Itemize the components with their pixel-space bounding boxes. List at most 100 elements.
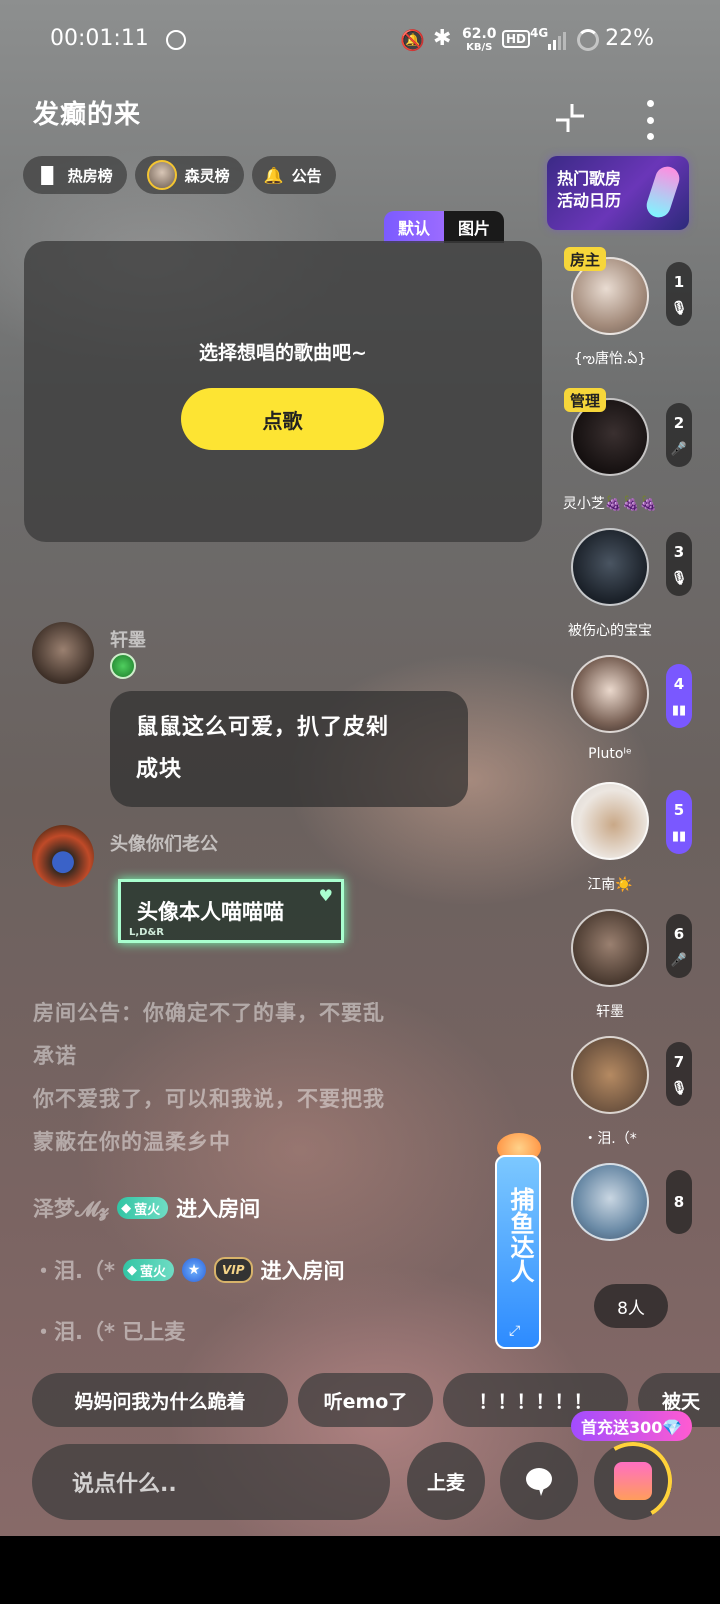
owner-badge: 房主 (564, 247, 607, 271)
system-nav-bar (0, 1536, 720, 1604)
message-line2: 成块 (136, 757, 183, 782)
tag-label: 热房榜 (67, 166, 113, 185)
quick-reply-chip[interactable]: 听emo了 (298, 1373, 433, 1427)
notice-line2: 承诺 (33, 1044, 77, 1068)
event-username[interactable]: ・泪.（* (33, 1255, 115, 1285)
seat-number-8[interactable]: 8 (666, 1170, 692, 1234)
chat-message-bubble[interactable]: 头像本人喵喵喵 L,D&R ♥ (118, 879, 344, 943)
event-action: 进入房间 (176, 1197, 261, 1221)
first-charge-badge[interactable]: 首充送300💎 (571, 1411, 693, 1441)
hot-room-rank-tag[interactable]: ▐▌ 热房榜 (23, 156, 127, 194)
enter-event: 泽梦𝓜𝔃 ◆ 萤火 进入房间 (33, 1193, 260, 1223)
signal-icon (548, 32, 566, 50)
seat-number-1[interactable]: 1 🎙 (666, 262, 692, 326)
mic-muted-icon: 🎙 (670, 1080, 688, 1096)
seat-name-3: 被伤心的宝宝 (568, 623, 652, 639)
hd-icon: HD (502, 30, 531, 48)
expand-icon: ⤢ (509, 1323, 521, 1339)
fishing-game-banner[interactable]: 捕鱼达人 ⤢ (495, 1155, 541, 1349)
people-count[interactable]: 8人 (594, 1284, 668, 1328)
room-notice: 房间公告：你确定不了的事，不要乱 承诺 你不爱我了，可以和我说，不要把我 蒙蔽在… (33, 992, 473, 1164)
seat-name-7: ・泪.（* (583, 1131, 637, 1147)
seat-number-6[interactable]: 6 🎤 (666, 914, 692, 978)
seat-number-text: 8 (673, 1193, 685, 1211)
enter-event: ・泪.（* ◆ 萤火 ★ VIP 进入房间 (33, 1255, 345, 1285)
forest-rank-tag[interactable]: 森灵榜 (134, 156, 244, 194)
chat-bubble-icon (526, 1468, 552, 1496)
status-time: 00:01:11 (50, 26, 149, 51)
seat-name-1: {ఌ唐怡.ఏ} (573, 351, 647, 367)
notice-line4: 蒙蔽在你的温柔乡中 (33, 1130, 231, 1154)
seat-number-4[interactable]: 4 ▮▮ (666, 664, 692, 728)
quick-reply-chip[interactable]: 妈妈问我为什么跪着 (32, 1373, 288, 1427)
song-prompt: 选择想唱的歌曲吧~ (199, 342, 367, 364)
message-line1: 鼠鼠这么可爱，扒了皮剁 (136, 715, 390, 740)
tab-default[interactable]: 默认 (384, 211, 445, 243)
collapse-icon[interactable] (552, 100, 588, 136)
seat-number-text: 3 (673, 542, 685, 561)
fire-badge: ◆ 萤火 (117, 1197, 169, 1219)
mic-event: ・泪.（* 已上麦 (33, 1316, 185, 1346)
mic-muted-icon: 🎙 (670, 300, 688, 316)
chat-bubble-button[interactable] (500, 1442, 578, 1520)
seat-name-2: 灵小芝🍇🍇🍇 (562, 496, 658, 512)
seat-number-text: 6 (673, 924, 685, 943)
mic-icon: 🎤 (670, 441, 688, 457)
chat-username: 头像你们老公 (110, 834, 218, 855)
seat-avatar-5[interactable] (571, 782, 649, 860)
avatar[interactable] (32, 622, 94, 684)
seat-number-7[interactable]: 7 🎙 (666, 1042, 692, 1106)
mute-icon: 🔕 (400, 28, 425, 52)
net-speed-value: 62.0 (462, 26, 497, 42)
net-speed: 62.0 KB/S (462, 27, 497, 55)
seat-avatar-8[interactable] (571, 1163, 649, 1241)
message-text: 头像本人喵喵喵 (137, 900, 284, 924)
fire-icon: ◆ (126, 1262, 137, 1278)
gift-icon (614, 1462, 652, 1500)
chat-username: 轩墨 (110, 630, 146, 651)
promo-text-line2: 活动日历 (557, 191, 622, 210)
seat-number-text: 5 (673, 800, 685, 819)
vip-badge: VIP (213, 1257, 253, 1283)
bubble-sub-label: L,D&R (129, 927, 164, 938)
star-badge-icon: ★ (181, 1258, 206, 1282)
seat-name-6: 轩墨 (596, 1004, 624, 1020)
choose-song-button[interactable]: 点歌 (181, 388, 384, 450)
notice-line1: 房间公告：你确定不了的事，不要乱 (33, 1001, 385, 1025)
battery-percent: 22% (605, 26, 654, 51)
battery-icon (577, 29, 599, 51)
announcement-tag[interactable]: 🔔 公告 (251, 156, 336, 194)
seat-number-3[interactable]: 3 🎙 (666, 532, 692, 596)
seat-name-4: Plutoᴵᵉ (588, 746, 632, 762)
chat-input[interactable]: 说点什么.. (32, 1444, 390, 1520)
signal-label: 4G (530, 26, 549, 40)
mic-muted-icon: 🎙 (670, 570, 688, 586)
promo-text: 热门歌房 活动日历 (557, 168, 621, 212)
fire-icon: ◆ (121, 1200, 132, 1216)
seat-number-2[interactable]: 2 🎤 (666, 403, 692, 467)
song-tabs: 默认 图片 (384, 211, 505, 243)
tab-image[interactable]: 图片 (444, 211, 505, 243)
fire-badge: ◆ 萤火 (122, 1259, 174, 1281)
fishing-banner-text: 捕鱼达人 (506, 1187, 534, 1283)
seat-number-5[interactable]: 5 ▮▮ (666, 790, 692, 854)
seat-number-text: 2 (673, 413, 685, 432)
avatar[interactable] (32, 825, 94, 887)
join-mic-button[interactable]: 上麦 (407, 1442, 485, 1520)
promo-text-line1: 热门歌房 (557, 169, 622, 188)
microphone-icon (643, 163, 683, 221)
promo-banner[interactable]: 热门歌房 活动日历 (547, 156, 689, 230)
seat-avatar-3[interactable] (571, 528, 649, 606)
seat-avatar-7[interactable] (571, 1036, 649, 1114)
seat-avatar-6[interactable] (571, 909, 649, 987)
fire-badge-label: 萤火 (139, 1264, 166, 1280)
tag-label: 公告 (291, 166, 322, 185)
seat-avatar-4[interactable] (571, 655, 649, 733)
event-username[interactable]: 泽梦𝓜𝔃 (33, 1193, 109, 1223)
chat-message-bubble[interactable]: 鼠鼠这么可爱，扒了皮剁 成块 (110, 691, 468, 807)
heart-icon: ♥ (318, 886, 333, 905)
room-title: 发癫的来 (33, 100, 142, 130)
crown-avatar-icon (146, 160, 177, 190)
more-options-icon[interactable] (638, 100, 662, 140)
bluetooth-icon: ✱ (433, 26, 452, 51)
